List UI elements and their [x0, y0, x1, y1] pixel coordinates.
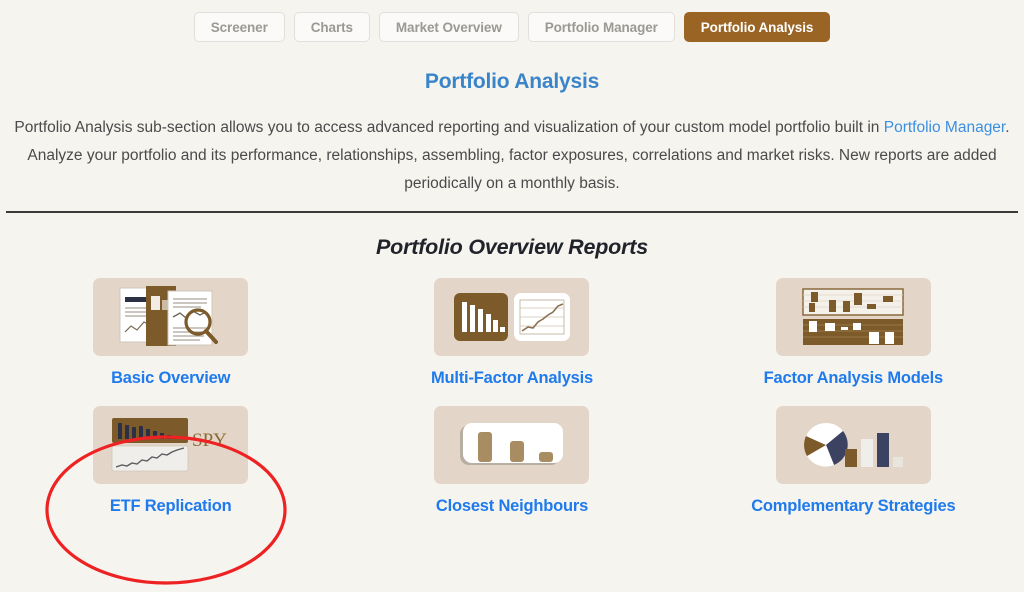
card-label-etf-replication[interactable]: ETF Replication: [110, 497, 232, 516]
card-label-basic-overview[interactable]: Basic Overview: [111, 369, 230, 388]
description-text-part1: Portfolio Analysis sub-section allows yo…: [14, 119, 884, 136]
card-label-closest-neighbours[interactable]: Closest Neighbours: [436, 497, 588, 516]
spy-ticker-label: SPY: [192, 430, 227, 451]
report-card-grid: Basic Overview Multi-Factor Analysis Fac…: [0, 278, 1024, 516]
portfolio-manager-link[interactable]: Portfolio Manager: [884, 119, 1006, 136]
page-title: Portfolio Analysis: [424, 70, 600, 93]
bar-and-line-chart-icon: [453, 293, 570, 341]
report-card-etf-replication[interactable]: SPY ETF Replication: [0, 406, 341, 516]
factor-analysis-models-thumbnail[interactable]: [775, 278, 931, 356]
dual-heatmap-panels-icon: [802, 288, 905, 345]
documents-magnifier-icon: [119, 286, 218, 346]
card-label-complementary-strategies[interactable]: Complementary Strategies: [751, 497, 955, 516]
multi-factor-analysis-thumbnail[interactable]: [434, 278, 590, 356]
etf-replication-thumbnail[interactable]: SPY: [93, 406, 249, 484]
report-card-complementary-strategies[interactable]: Complementary Strategies: [683, 406, 1024, 516]
report-card-multi-factor-analysis[interactable]: Multi-Factor Analysis: [341, 278, 682, 388]
report-card-closest-neighbours[interactable]: Closest Neighbours: [341, 406, 682, 516]
card-label-factor-analysis-models[interactable]: Factor Analysis Models: [764, 369, 943, 388]
descending-bars-icon: [459, 423, 563, 465]
tab-screener[interactable]: Screener: [193, 12, 285, 42]
basic-overview-thumbnail[interactable]: [93, 278, 249, 356]
page-description: Portfolio Analysis sub-section allows yo…: [12, 114, 1012, 198]
main-nav-tabs: Screener Charts Market Overview Portfoli…: [0, 0, 1024, 42]
report-card-basic-overview[interactable]: Basic Overview: [0, 278, 341, 388]
report-card-factor-analysis-models[interactable]: Factor Analysis Models: [683, 278, 1024, 388]
section-heading: Portfolio Overview Reports: [376, 235, 648, 259]
card-label-multi-factor-analysis[interactable]: Multi-Factor Analysis: [431, 369, 593, 388]
complementary-strategies-thumbnail[interactable]: [775, 406, 931, 484]
section-divider: [6, 211, 1018, 213]
tab-market-overview[interactable]: Market Overview: [378, 12, 519, 42]
closest-neighbours-thumbnail[interactable]: [434, 406, 590, 484]
tab-portfolio-manager[interactable]: Portfolio Manager: [527, 12, 675, 42]
spy-benchmark-chart-icon: SPY: [111, 418, 227, 472]
tab-portfolio-analysis[interactable]: Portfolio Analysis: [683, 12, 831, 42]
tab-charts[interactable]: Charts: [293, 12, 370, 42]
pie-and-bars-icon: [804, 422, 904, 467]
